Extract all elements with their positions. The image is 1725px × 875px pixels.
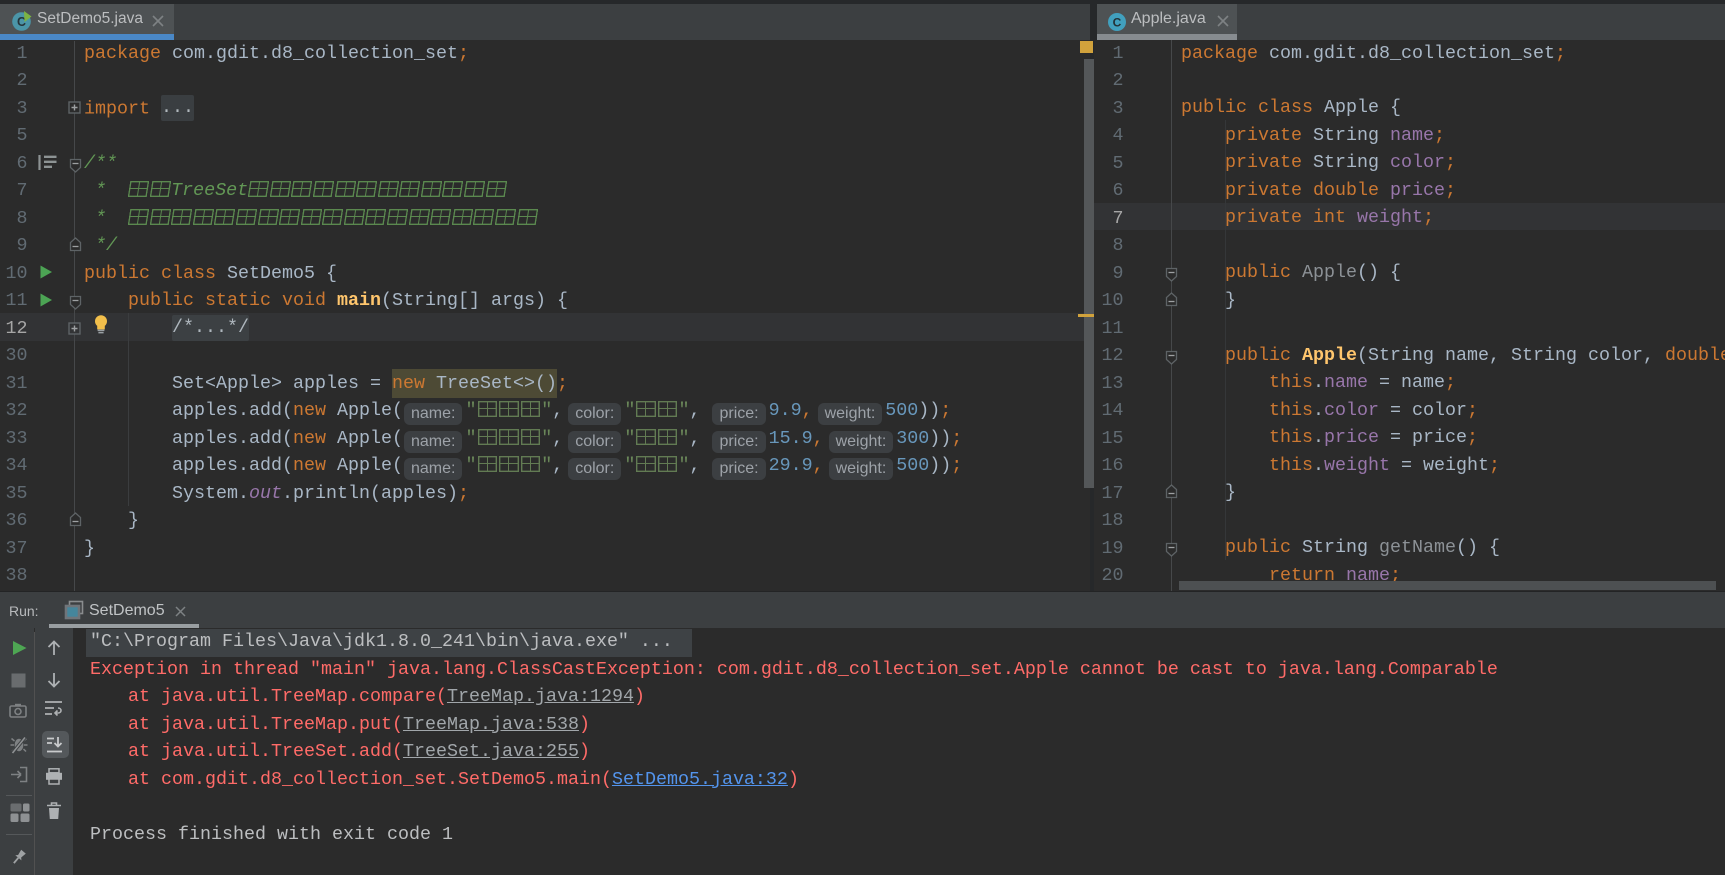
svg-text:C: C bbox=[1113, 16, 1122, 30]
